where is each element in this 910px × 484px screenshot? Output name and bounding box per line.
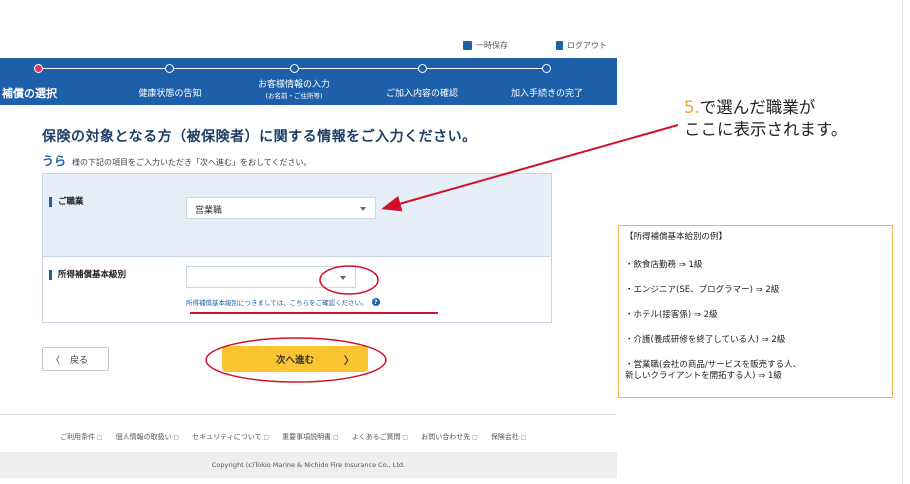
example-item: ・営業職(会社の商品/サービスを販売する人、 (625, 360, 802, 370)
callout-number: 5. (684, 98, 700, 117)
annotation-arrow (381, 124, 679, 212)
example-item: ・エンジニア(SE、プログラマー) ⇒ 2級 (625, 285, 780, 295)
annotation-circle-next (205, 337, 387, 383)
callout-line2: ここに表示されます。 (684, 120, 848, 139)
example-item: 新しいクライアントを開拓する人) ⇒ 1級 (625, 371, 782, 381)
example-item: ・飲食店勤務 ⇒ 1級 (625, 260, 703, 270)
example-title: 【所得補償基本給別の例】 (625, 232, 728, 242)
callout-note: 5.で選んだ職業が ここに表示されます。 (684, 97, 847, 141)
callout-line1: で選んだ職業が (699, 98, 816, 117)
page-edge (902, 0, 903, 484)
example-item: ・ホテル(接客係) ⇒ 2級 (625, 310, 718, 320)
annotation-circle-dropdown (319, 265, 379, 295)
example-info-box: 【所得補償基本給別の例】 ・飲食店勤務 ⇒ 1級 ・エンジニア(SE、プログラマ… (618, 225, 893, 398)
example-item: ・介護(養成研修を終了している人) ⇒ 2級 (625, 335, 786, 345)
